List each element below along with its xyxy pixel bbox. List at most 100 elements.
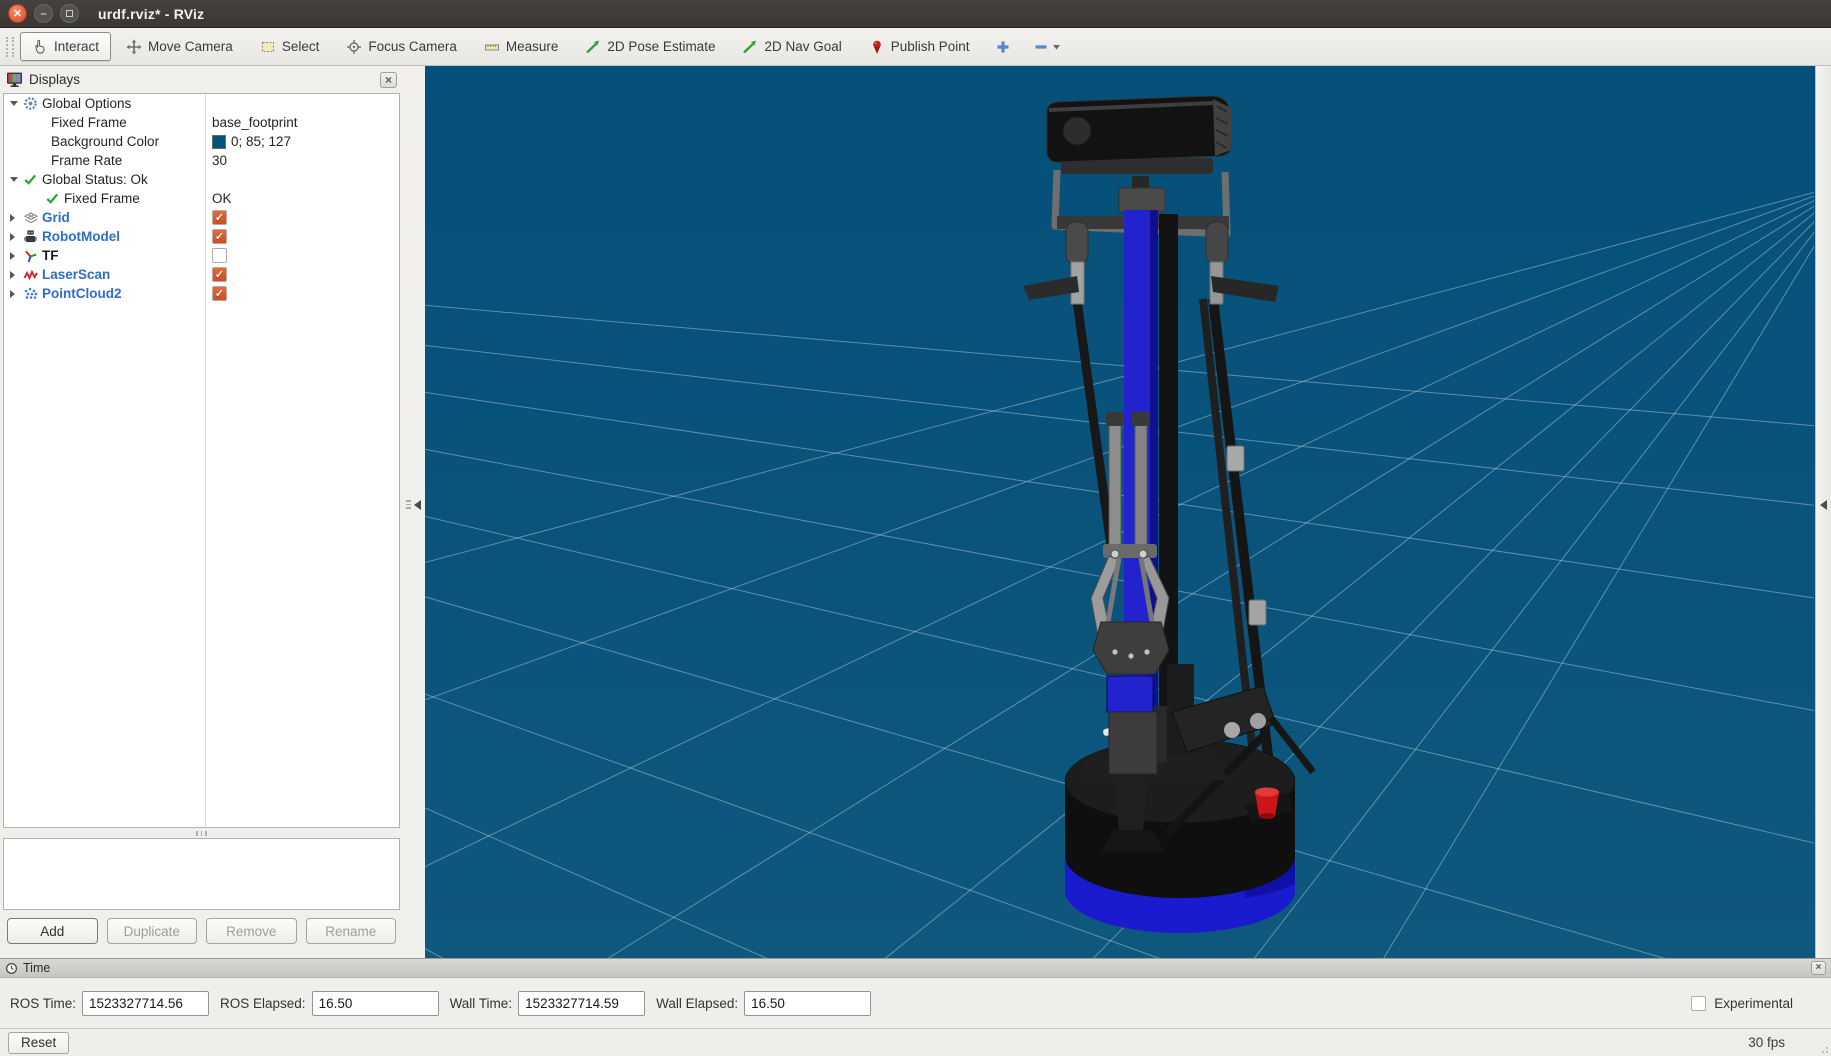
tree-row-global-status-ok[interactable]: Global Status: Ok xyxy=(4,170,399,189)
tool-move-camera[interactable]: Move Camera xyxy=(114,32,245,61)
fps-counter: 30 fps xyxy=(1748,1035,1785,1050)
tree-row-fixed-frame[interactable]: Fixed Framebase_footprint xyxy=(4,113,399,132)
tool-publish-point[interactable]: Publish Point xyxy=(857,32,982,61)
display-enabled-checkbox[interactable] xyxy=(212,248,227,263)
tree-row-background-color[interactable]: Background Color 0; 85; 127 xyxy=(4,132,399,151)
time-field-label: ROS Elapsed: xyxy=(220,996,306,1011)
tool-interact[interactable]: Interact xyxy=(20,32,111,61)
robot-icon xyxy=(23,229,40,244)
experimental-checkbox[interactable] xyxy=(1691,996,1706,1011)
toolbar-tools: Interact Move Camera Select Focus Camera Mea… xyxy=(20,32,985,61)
tree-row-laserscan[interactable]: LaserScan ✓ xyxy=(4,265,399,284)
property-value[interactable]: base_footprint xyxy=(212,115,298,130)
tree-row-tf[interactable]: TF xyxy=(4,246,399,265)
left-splitter[interactable] xyxy=(403,66,425,958)
display-enabled-checkbox[interactable]: ✓ xyxy=(212,229,227,244)
property-value[interactable]: 30 xyxy=(212,153,227,168)
add-tool-button[interactable] xyxy=(995,39,1011,55)
collapse-arrow-icon[interactable] xyxy=(10,177,23,182)
window-close-button[interactable]: ✕ xyxy=(8,4,27,23)
check-icon xyxy=(23,172,40,187)
collapse-right-panel-arrow[interactable] xyxy=(1820,500,1827,510)
property-value[interactable]: OK xyxy=(212,191,232,206)
panel-splitter-handle[interactable] xyxy=(0,828,403,838)
time-field-label: Wall Time: xyxy=(450,996,513,1011)
tool-select[interactable]: Select xyxy=(248,32,332,61)
display-enabled-checkbox[interactable]: ✓ xyxy=(212,267,227,282)
time-field-input-ros-elapsed-[interactable] xyxy=(312,991,439,1016)
tool-2d-nav-goal[interactable]: 2D Nav Goal xyxy=(730,32,853,61)
property-name: Background Color xyxy=(51,134,159,149)
remove-button[interactable]: Remove xyxy=(206,918,297,944)
tf-icon xyxy=(23,248,40,263)
expand-arrow-icon[interactable] xyxy=(10,252,23,260)
check-icon xyxy=(45,191,62,206)
expand-arrow-icon[interactable] xyxy=(10,290,23,298)
display-enabled-checkbox[interactable]: ✓ xyxy=(212,286,227,301)
displays-panel-close-icon[interactable]: × xyxy=(380,72,397,88)
splitter-grip-dots[interactable] xyxy=(406,500,411,509)
color-swatch[interactable] xyxy=(212,135,226,149)
robot-model xyxy=(1023,96,1313,933)
display-enabled-checkbox[interactable]: ✓ xyxy=(212,210,227,225)
clock-icon xyxy=(5,962,18,975)
property-name: LaserScan xyxy=(42,267,110,282)
toolbar-grip[interactable] xyxy=(6,37,14,57)
displays-tree[interactable]: Global OptionsFixed Framebase_footprintB… xyxy=(3,93,400,828)
duplicate-button[interactable]: Duplicate xyxy=(107,918,198,944)
property-name: PointCloud2 xyxy=(42,286,122,301)
remove-tool-button[interactable] xyxy=(1033,39,1061,55)
time-field-input-wall-elapsed-[interactable] xyxy=(744,991,871,1016)
window-title: urdf.rviz* - RViz xyxy=(98,6,204,22)
tree-row-grid[interactable]: Grid ✓ xyxy=(4,208,399,227)
expand-arrow-icon[interactable] xyxy=(10,214,23,222)
window-maximize-button[interactable] xyxy=(60,4,79,23)
window-minimize-button[interactable]: – xyxy=(34,4,53,23)
right-splitter[interactable] xyxy=(1815,66,1831,958)
time-field-input-ros-time-[interactable] xyxy=(82,991,209,1016)
tree-row-robotmodel[interactable]: RobotModel ✓ xyxy=(4,227,399,246)
tree-row-frame-rate[interactable]: Frame Rate30 xyxy=(4,151,399,170)
render-viewport[interactable] xyxy=(425,66,1815,958)
time-panel-title: Time xyxy=(23,961,50,975)
time-field-label: ROS Time: xyxy=(10,996,76,1011)
tool-2d-pose-estimate[interactable]: 2D Pose Estimate xyxy=(573,32,727,61)
displays-panel-title: Displays xyxy=(29,72,80,87)
rename-button[interactable]: Rename xyxy=(306,918,397,944)
time-field-input-wall-time-[interactable] xyxy=(518,991,645,1016)
scene-canvas xyxy=(425,66,1814,958)
displays-panel-header: Displays × xyxy=(0,66,403,93)
tree-row-global-options[interactable]: Global Options xyxy=(4,94,399,113)
property-name: Grid xyxy=(42,210,70,225)
tool-focus-camera[interactable]: Focus Camera xyxy=(334,32,469,61)
grid-display-icon xyxy=(23,210,40,226)
add-button[interactable]: Add xyxy=(7,918,98,944)
resize-grip[interactable] xyxy=(1819,1044,1829,1054)
time-panel-content: ROS Time:ROS Elapsed:Wall Time:Wall Elap… xyxy=(0,978,1831,1028)
tool-label: 2D Pose Estimate xyxy=(607,39,715,54)
property-name: RobotModel xyxy=(42,229,120,244)
time-panel-close-icon[interactable]: × xyxy=(1811,961,1826,975)
property-value[interactable]: 0; 85; 127 xyxy=(231,134,291,149)
tool-label: Measure xyxy=(506,39,559,54)
gear-icon xyxy=(23,96,40,111)
publish-point-icon xyxy=(869,39,885,55)
collapse-left-panel-arrow[interactable] xyxy=(414,500,421,510)
pointcloud-icon xyxy=(23,286,40,302)
status-bar: Reset 30 fps xyxy=(0,1028,1831,1056)
tool-label: Move Camera xyxy=(148,39,233,54)
tool-measure[interactable]: Measure xyxy=(472,32,571,61)
experimental-option: Experimental xyxy=(1691,996,1793,1011)
tree-row-fixed-frame[interactable]: Fixed FrameOK xyxy=(4,189,399,208)
minus-icon xyxy=(1033,39,1049,55)
pose-estimate-icon xyxy=(585,39,601,55)
experimental-label: Experimental xyxy=(1714,996,1793,1011)
tree-row-pointcloud2[interactable]: PointCloud2 ✓ xyxy=(4,284,399,303)
expand-arrow-icon[interactable] xyxy=(10,271,23,279)
tool-label: Interact xyxy=(54,39,99,54)
property-name: TF xyxy=(42,248,59,263)
reset-button[interactable]: Reset xyxy=(8,1032,69,1054)
collapse-arrow-icon[interactable] xyxy=(10,101,23,106)
expand-arrow-icon[interactable] xyxy=(10,233,23,241)
tool-label: Focus Camera xyxy=(368,39,457,54)
